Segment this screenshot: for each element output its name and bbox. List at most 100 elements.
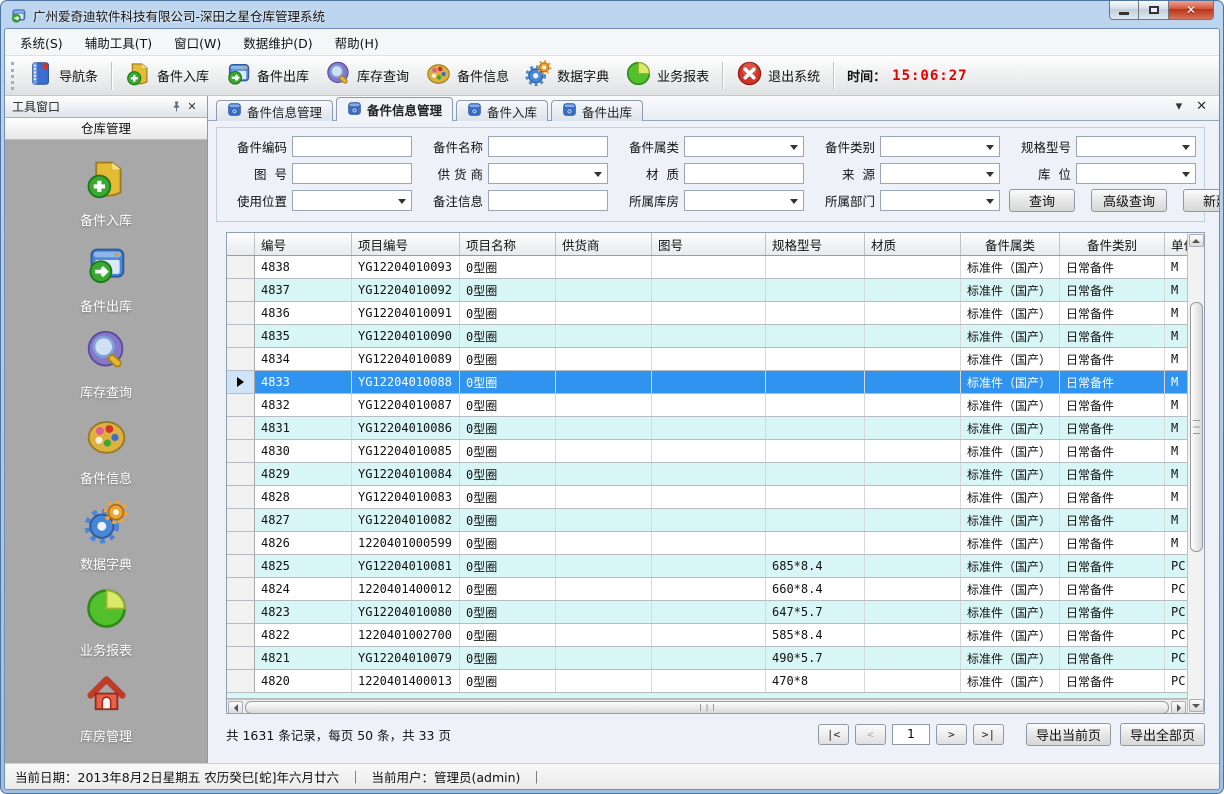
cell-part-category[interactable]: 标准件（国产）	[961, 417, 1060, 439]
cell-part-category[interactable]: 标准件（国产）	[961, 555, 1060, 577]
column-header-supplier[interactable]: 供货商	[556, 233, 652, 255]
department-dropdown[interactable]	[880, 190, 1000, 211]
table-row[interactable]: 4823YG122040100800型圈647*5.7标准件（国产）日常备件PC	[227, 601, 1187, 624]
cell-project-no[interactable]: YG12204010085	[352, 440, 460, 462]
cell-part-class[interactable]: 日常备件	[1060, 486, 1165, 508]
cell-drawing-no[interactable]	[652, 417, 766, 439]
table-row[interactable]: 482012204014000130型圈470*8标准件（国产）日常备件PC	[227, 670, 1187, 693]
cell-material[interactable]	[865, 325, 961, 347]
tab-parts-outbound[interactable]: 备件出库	[551, 100, 643, 121]
horizontal-scrollbar[interactable]	[227, 699, 1187, 713]
sidebar-item-data-dictionary[interactable]: 数据字典	[36, 500, 176, 573]
cell-project-name[interactable]: 0型圈	[460, 417, 556, 439]
cell-material[interactable]	[865, 601, 961, 623]
cell-id[interactable]: 4832	[255, 394, 352, 416]
tab-list-dropdown-icon[interactable]: ▾	[1176, 100, 1183, 113]
table-row[interactable]: 4829YG122040100840型圈标准件（国产）日常备件M	[227, 463, 1187, 486]
toolbar-data-dictionary-button[interactable]: 数据字典	[517, 59, 617, 93]
cell-unit[interactable]: M	[1165, 440, 1187, 462]
cell-material[interactable]	[865, 348, 961, 370]
cell-project-no[interactable]: 1220401000599	[352, 532, 460, 554]
column-header-part-class[interactable]: 备件类别	[1060, 233, 1165, 255]
cell-id[interactable]: 4838	[255, 256, 352, 278]
cell-part-category[interactable]: 标准件（国产）	[961, 486, 1060, 508]
query-button[interactable]: 查询	[1009, 189, 1075, 212]
cell-part-class[interactable]: 日常备件	[1060, 371, 1165, 393]
part-category-dropdown[interactable]	[684, 136, 804, 157]
minimize-button[interactable]	[1109, 1, 1139, 20]
cell-material[interactable]	[865, 555, 961, 577]
cell-id[interactable]: 4837	[255, 279, 352, 301]
page-number-input[interactable]: 1	[892, 724, 930, 745]
cell-unit[interactable]: PC	[1165, 647, 1187, 669]
cell-drawing-no[interactable]	[652, 509, 766, 531]
table-row[interactable]: 4830YG122040100850型圈标准件（国产）日常备件M	[227, 440, 1187, 463]
table-row[interactable]: 4832YG122040100870型圈标准件（国产）日常备件M	[227, 394, 1187, 417]
cell-project-name[interactable]: 0型圈	[460, 302, 556, 324]
cell-part-category[interactable]: 标准件（国产）	[961, 509, 1060, 531]
cell-part-class[interactable]: 日常备件	[1060, 509, 1165, 531]
cell-unit[interactable]: PC	[1165, 578, 1187, 600]
cell-unit[interactable]: PC	[1165, 624, 1187, 646]
row-selector-cell[interactable]	[227, 601, 255, 623]
cell-project-name[interactable]: 0型圈	[460, 279, 556, 301]
row-selector-cell[interactable]	[227, 509, 255, 531]
row-selector-cell[interactable]	[227, 532, 255, 554]
cell-material[interactable]	[865, 440, 961, 462]
cell-material[interactable]	[865, 279, 961, 301]
cell-id[interactable]: 4835	[255, 325, 352, 347]
cell-material[interactable]	[865, 509, 961, 531]
column-header-project-no[interactable]: 项目编号	[352, 233, 460, 255]
table-row[interactable]: 4837YG122040100920型圈标准件（国产）日常备件M	[227, 279, 1187, 302]
sidebar-group-title[interactable]: 仓库管理	[5, 118, 207, 140]
cell-drawing-no[interactable]	[652, 670, 766, 692]
cell-part-category[interactable]: 标准件（国产）	[961, 463, 1060, 485]
toolbar-parts-info-button[interactable]: 备件信息	[417, 59, 517, 93]
tab-parts-inbound[interactable]: 备件入库	[456, 100, 548, 121]
cell-part-category[interactable]: 标准件（国产）	[961, 302, 1060, 324]
cell-spec-model[interactable]	[766, 325, 865, 347]
row-selector-cell[interactable]	[227, 256, 255, 278]
cell-id[interactable]: 4831	[255, 417, 352, 439]
cell-supplier[interactable]	[556, 394, 652, 416]
scroll-right-icon[interactable]	[1171, 701, 1186, 713]
prev-page-button[interactable]: <	[855, 724, 886, 745]
table-row[interactable]: 4831YG122040100860型圈标准件（国产）日常备件M	[227, 417, 1187, 440]
cell-part-class[interactable]: 日常备件	[1060, 463, 1165, 485]
row-selector-cell[interactable]	[227, 440, 255, 462]
cell-spec-model[interactable]	[766, 417, 865, 439]
cell-project-name[interactable]: 0型圈	[460, 509, 556, 531]
cell-material[interactable]	[865, 417, 961, 439]
sidebar-item-parts-outbound[interactable]: 备件出库	[36, 242, 176, 315]
cell-part-category[interactable]: 标准件（国产）	[961, 601, 1060, 623]
location-dropdown[interactable]	[1076, 163, 1196, 184]
menu-system[interactable]: 系统(S)	[9, 29, 74, 56]
cell-part-class[interactable]: 日常备件	[1060, 302, 1165, 324]
row-selector-cell[interactable]	[227, 670, 255, 692]
cell-unit[interactable]: M	[1165, 325, 1187, 347]
cell-supplier[interactable]	[556, 555, 652, 577]
cell-drawing-no[interactable]	[652, 578, 766, 600]
cell-project-name[interactable]: 0型圈	[460, 601, 556, 623]
cell-project-no[interactable]: YG12204010092	[352, 279, 460, 301]
cell-part-class[interactable]: 日常备件	[1060, 532, 1165, 554]
last-page-button[interactable]: >|	[973, 724, 1004, 745]
menu-data-maintain[interactable]: 数据维护(D)	[232, 29, 323, 56]
sidebar-item-parts-inbound[interactable]: 备件入库	[36, 156, 176, 229]
cell-project-no[interactable]: YG12204010082	[352, 509, 460, 531]
cell-spec-model[interactable]	[766, 371, 865, 393]
column-header-row-selector[interactable]	[227, 233, 255, 255]
cell-unit[interactable]: PC	[1165, 670, 1187, 692]
cell-unit[interactable]: M	[1165, 394, 1187, 416]
cell-part-category[interactable]: 标准件（国产）	[961, 440, 1060, 462]
menu-aux-tools[interactable]: 辅助工具(T)	[74, 29, 163, 56]
cell-part-class[interactable]: 日常备件	[1060, 601, 1165, 623]
cell-id[interactable]: 4830	[255, 440, 352, 462]
row-selector-cell[interactable]	[227, 302, 255, 324]
cell-unit[interactable]: M	[1165, 256, 1187, 278]
column-header-part-category[interactable]: 备件属类	[961, 233, 1060, 255]
sidebar-item-parts-info[interactable]: 备件信息	[36, 414, 176, 487]
cell-part-class[interactable]: 日常备件	[1060, 348, 1165, 370]
cell-drawing-no[interactable]	[652, 647, 766, 669]
cell-unit[interactable]: PC	[1165, 601, 1187, 623]
